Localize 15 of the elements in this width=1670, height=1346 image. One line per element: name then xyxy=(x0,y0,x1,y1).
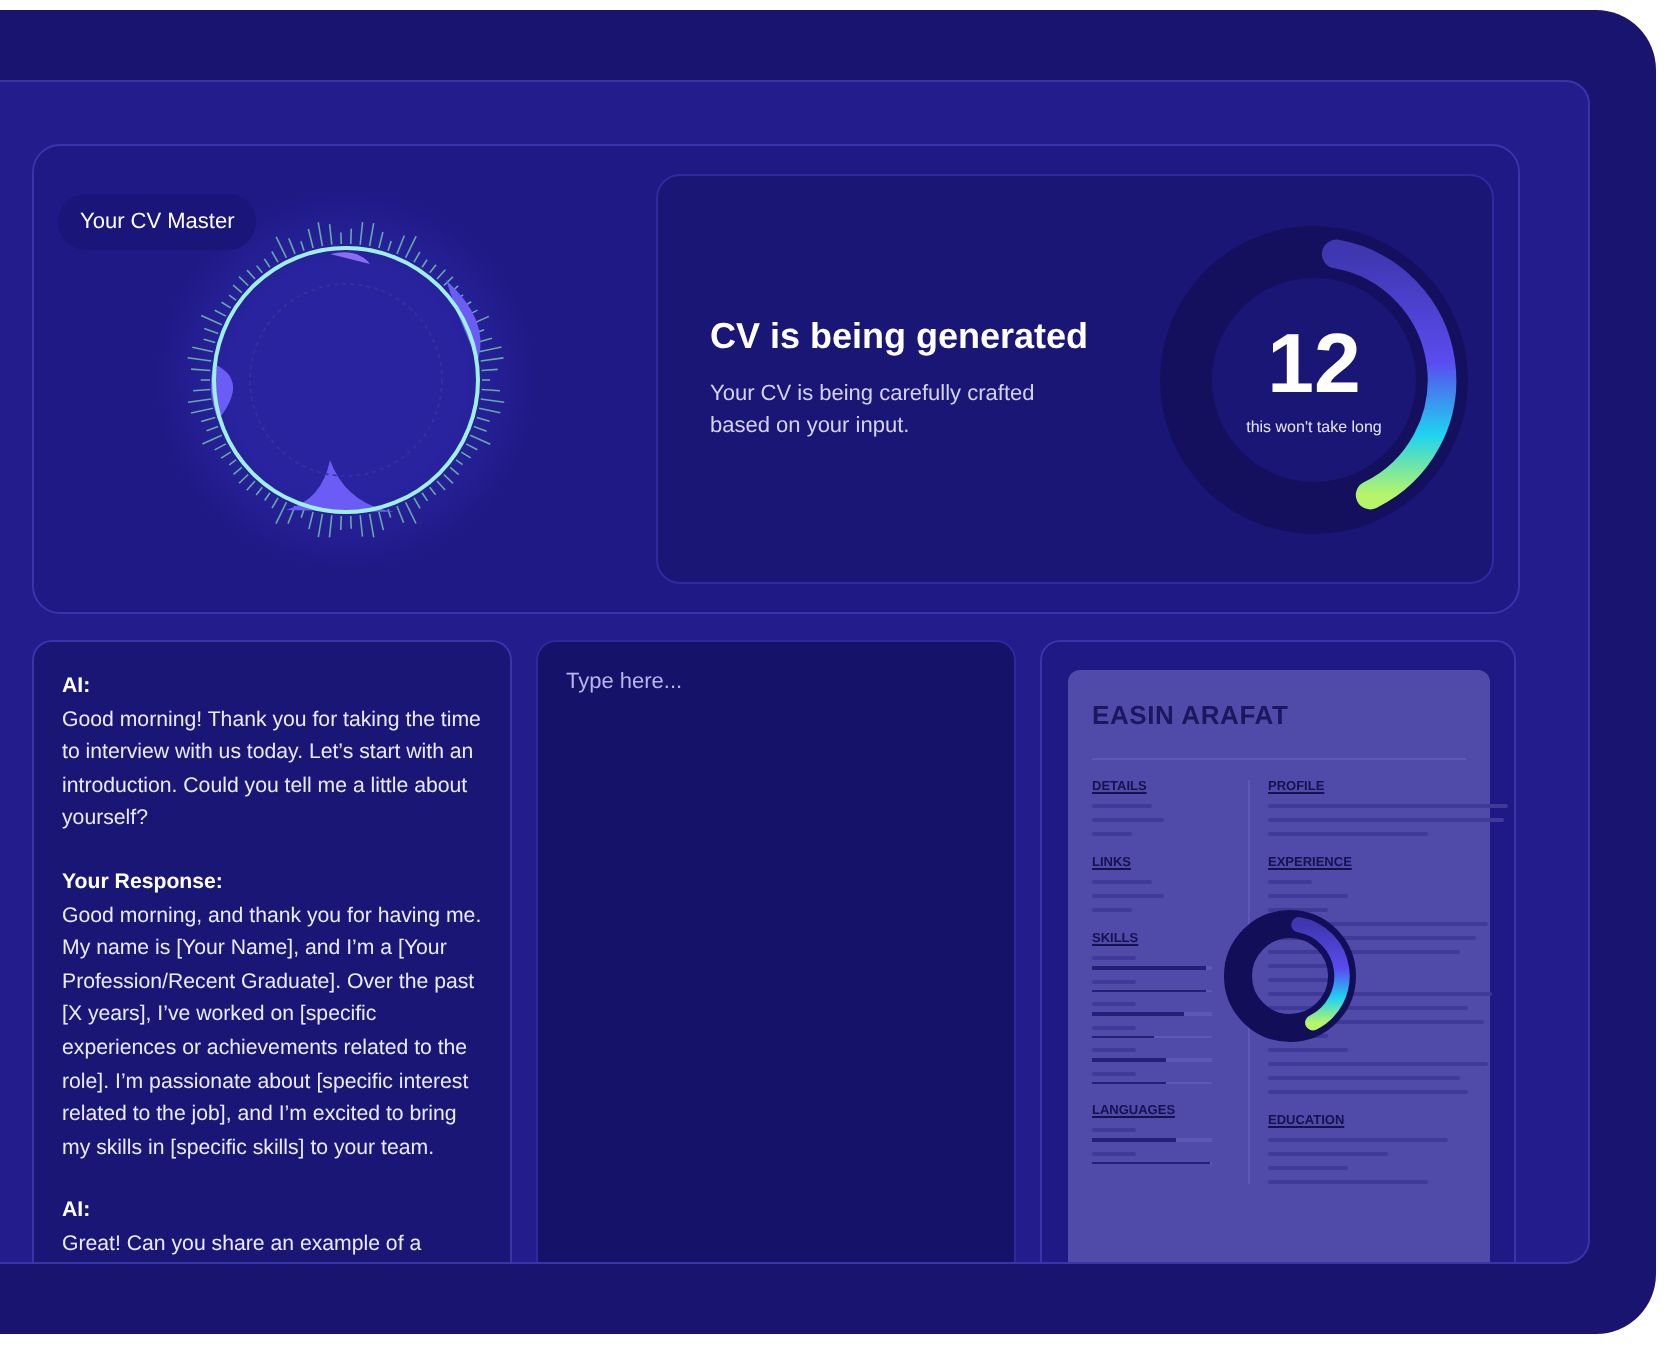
speaker-label: Your Response: xyxy=(62,867,225,898)
reply-input-field[interactable]: Type here... xyxy=(536,640,1016,1262)
status-description: Your CV is being carefully crafted based on your input. xyxy=(710,380,1037,442)
text-line xyxy=(1268,908,1328,912)
cv-name: EASIN ARAFAT xyxy=(1092,700,1291,730)
status-title: CV is being generated xyxy=(710,316,1089,358)
chat-message: Good morning! Thank you for taking the time to interview with us today. Let’s start with an introduction. Could you tell me a little about yourself? xyxy=(62,705,483,835)
assistant-badge: Your CV Master xyxy=(58,194,257,250)
speaker-label: AI: xyxy=(62,672,93,702)
chat-message: Great! Can you share an example of a xyxy=(62,1229,424,1260)
countdown-number: 12 xyxy=(1267,322,1361,406)
speaker-label: AI: xyxy=(62,1196,93,1227)
countdown-caption: this won't take long xyxy=(1246,418,1382,436)
chat-message: Good morning, and thank you for having me. My name is [Your Name], and I’m a [Your Profession/Recent Graduate]. Over the past [X years], I’ve worked on [specific experiences or achievements related to the role]. I’m passionate about [specific interest related to the job], and I’m excited to bring my skills in [specific skills] to your team. xyxy=(62,901,484,1164)
cv-progress-ring xyxy=(1224,910,1356,1042)
